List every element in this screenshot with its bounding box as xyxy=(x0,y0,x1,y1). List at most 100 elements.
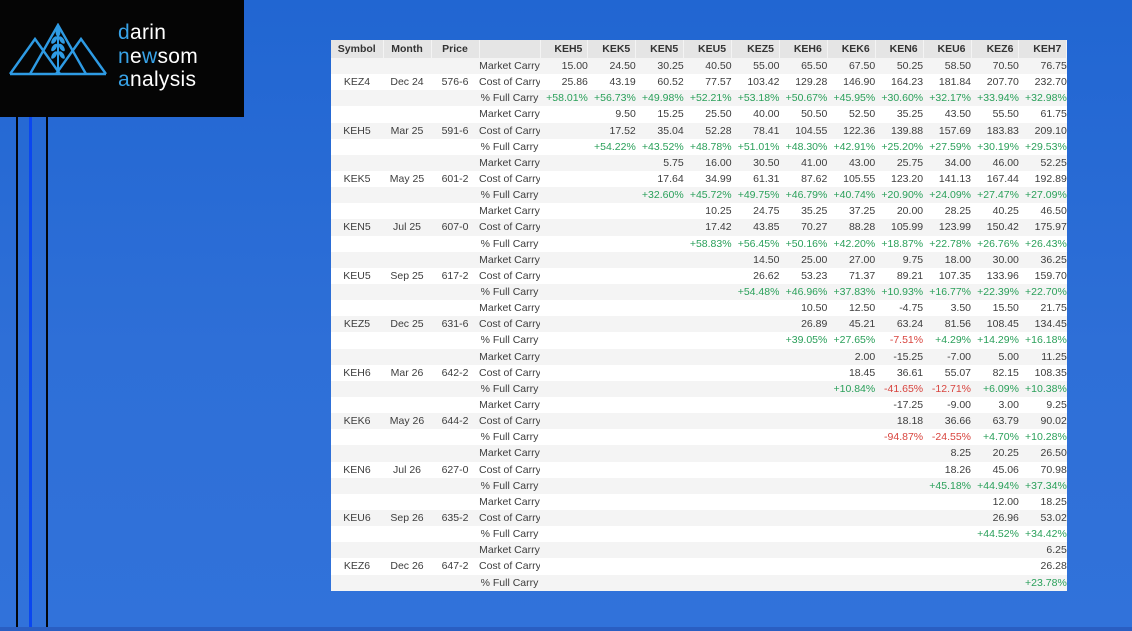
value-cell: 58.50 xyxy=(923,58,972,75)
value-cell: 21.75 xyxy=(1040,302,1067,315)
value-cell: 30.00 xyxy=(971,251,1019,268)
value-cell xyxy=(540,462,588,478)
value-cell: 123.99 xyxy=(923,219,972,236)
value-cell: 34.00 xyxy=(923,154,972,171)
value-cell: 70.50 xyxy=(971,58,1019,75)
table-row: % Full Carry +45.18% +44.94% +37.34% xyxy=(331,477,1067,494)
value-cell: 43.85 xyxy=(731,219,780,236)
value-cell: +53.18% xyxy=(731,90,780,107)
value-cell xyxy=(684,365,732,381)
value-cell: 2.00 xyxy=(827,348,876,365)
window-edge-line-right xyxy=(46,117,48,628)
month-cell xyxy=(383,542,431,559)
value-cell xyxy=(588,429,636,445)
header-contract: KEH6 xyxy=(779,40,828,58)
value-cell xyxy=(636,526,684,542)
value-cell: 40.00 xyxy=(753,108,780,121)
value-cell: +10.93% xyxy=(875,283,924,301)
value-cell: 107.35 xyxy=(938,269,972,282)
value-cell xyxy=(875,509,924,527)
table-row: % Full Carry +32.60% +45.72% +49.75% +46.79%… xyxy=(331,187,1067,204)
value-cell xyxy=(588,558,636,574)
value-cell xyxy=(587,413,636,430)
month-cell: Sep 25 xyxy=(390,269,424,282)
value-cell: +10.84% xyxy=(827,380,876,397)
value-cell: 122.36 xyxy=(827,122,876,139)
row-label-cell: % Full Carry xyxy=(479,380,540,397)
price-cell xyxy=(431,187,479,204)
month-cell xyxy=(383,526,431,542)
symbol-cell xyxy=(331,397,383,413)
table-row: KEK5 May 25 601-2 Cost of Carry 17.64 34.99 61… xyxy=(331,171,1067,187)
month-cell xyxy=(383,283,431,301)
value-cell: 25.00 xyxy=(779,251,828,268)
header-contract: KEH5 xyxy=(540,40,589,58)
value-cell xyxy=(540,300,588,316)
value-cell xyxy=(635,316,684,333)
price-cell xyxy=(431,58,479,75)
row-label-cell: Market Carry xyxy=(479,205,540,218)
table-row: Market Carry 2.00 -15.25 -7.00 5.00 11.25 xyxy=(331,348,1067,365)
value-cell xyxy=(588,171,636,187)
value-cell xyxy=(827,445,876,462)
value-cell xyxy=(779,558,827,574)
value-cell xyxy=(779,494,827,510)
header-contract: KEN5 xyxy=(635,40,685,58)
value-cell xyxy=(732,558,780,574)
value-cell xyxy=(636,462,684,478)
value-cell: +58.01% xyxy=(540,90,588,107)
price-cell xyxy=(431,494,479,510)
header-contract: KEU5 xyxy=(683,40,733,58)
month-cell xyxy=(383,300,431,316)
value-cell xyxy=(779,542,828,559)
value-cell xyxy=(636,268,684,284)
value-cell: +22.39% xyxy=(971,283,1019,301)
value-cell: 3.50 xyxy=(950,302,972,315)
value-cell: 18.18 xyxy=(875,413,924,430)
value-cell: 12.00 xyxy=(992,495,1019,508)
symbol-cell xyxy=(331,236,383,252)
taskbar-strip xyxy=(0,627,1132,631)
month-cell: Jul 26 xyxy=(392,463,422,476)
value-cell xyxy=(683,348,732,365)
value-cell: 90.02 xyxy=(1018,413,1067,430)
value-cell: +23.78% xyxy=(1018,574,1067,591)
value-cell: +42.20% xyxy=(833,237,876,250)
value-cell: 150.42 xyxy=(971,219,1019,236)
value-cell: +16.77% xyxy=(923,283,972,301)
row-label-cell: Market Carry xyxy=(479,445,540,462)
symbol-cell xyxy=(331,58,383,75)
value-cell: 192.89 xyxy=(1034,173,1067,186)
value-cell xyxy=(683,413,732,430)
value-cell xyxy=(684,526,732,542)
value-cell xyxy=(827,574,876,591)
value-cell: 24.75 xyxy=(753,205,780,218)
value-cell xyxy=(732,494,780,510)
value-cell: 18.25 xyxy=(1040,495,1067,508)
symbol-cell: KEK6 xyxy=(331,413,383,430)
value-cell: 18.00 xyxy=(923,251,972,268)
symbol-cell: KEZ5 xyxy=(331,316,383,333)
value-cell: 18.45 xyxy=(848,366,876,379)
value-cell xyxy=(875,542,924,559)
price-cell: 644-2 xyxy=(431,413,479,430)
value-cell: 105.55 xyxy=(843,173,876,186)
value-cell xyxy=(731,380,780,397)
value-cell xyxy=(635,219,684,236)
value-cell: 63.24 xyxy=(875,316,924,333)
price-cell: 647-2 xyxy=(441,560,469,573)
value-cell xyxy=(540,380,588,397)
value-cell xyxy=(540,268,588,284)
value-cell xyxy=(588,300,636,316)
price-cell: 591-6 xyxy=(431,122,479,139)
price-cell xyxy=(431,90,479,107)
value-cell xyxy=(540,558,588,574)
value-cell: +4.29% xyxy=(935,334,972,347)
value-cell xyxy=(540,413,588,430)
value-cell xyxy=(540,236,588,252)
value-cell: 9.25 xyxy=(1046,399,1067,412)
value-cell: +50.67% xyxy=(779,90,828,107)
price-cell xyxy=(431,574,479,591)
symbol-cell xyxy=(331,106,383,122)
month-cell xyxy=(383,187,431,204)
